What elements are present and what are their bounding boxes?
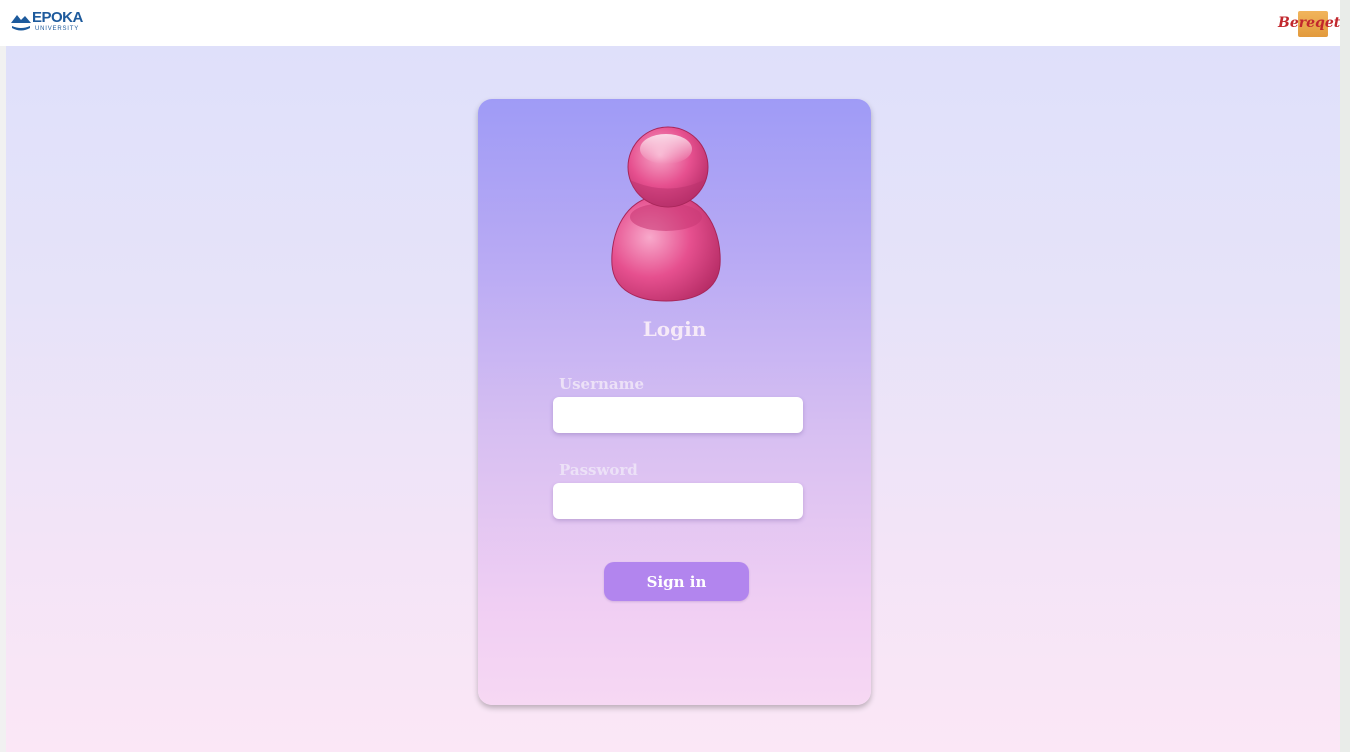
bereqet-logo[interactable]: Bereqet (1276, 6, 1341, 40)
password-input[interactable] (553, 483, 803, 519)
epoka-university-logo[interactable]: EPOKA UNIVERSITY (10, 9, 88, 37)
login-page: EPOKA UNIVERSITY Bereqet Login Username … (0, 0, 1350, 752)
epoka-mountain-icon (11, 15, 31, 31)
scrollbar-track[interactable] (1340, 0, 1350, 752)
login-card: Login Username Password Sign in (478, 99, 871, 705)
sign-in-button[interactable]: Sign in (604, 562, 749, 601)
epoka-logo-text: EPOKA (32, 9, 83, 26)
top-header: EPOKA UNIVERSITY Bereqet (0, 0, 1340, 46)
username-input[interactable] (553, 397, 803, 433)
bereqet-logo-text: Bereqet (1278, 15, 1341, 31)
login-title: Login (642, 317, 707, 341)
user-avatar-icon (611, 126, 721, 302)
password-label: Password (559, 461, 638, 479)
username-label: Username (559, 375, 645, 393)
epoka-logo-subtitle: UNIVERSITY (35, 26, 80, 32)
